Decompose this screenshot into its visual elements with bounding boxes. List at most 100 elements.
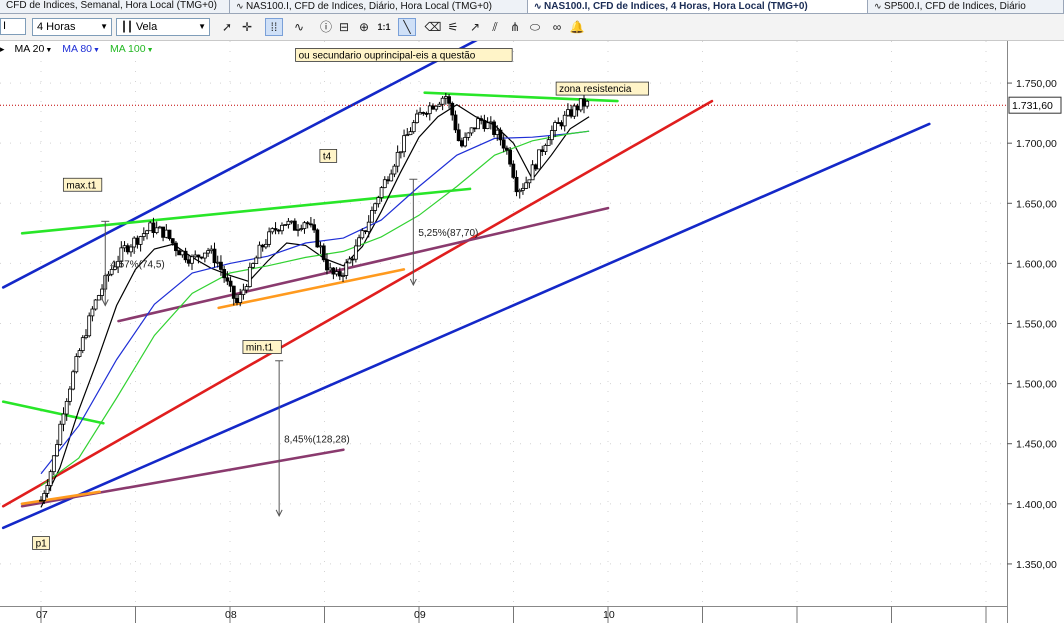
zoom-in-icon[interactable]: ⊕: [355, 18, 373, 36]
candle-body: [408, 131, 413, 136]
candle-body: [270, 228, 275, 233]
timeframe-select[interactable]: 4 Horas ▼: [32, 18, 112, 36]
chart-icon: ∿: [534, 1, 545, 11]
trendline-red: [1, 99, 714, 508]
candle-body: [431, 105, 435, 110]
candle-body: [556, 122, 561, 124]
cursor-icon[interactable]: ➚: [218, 18, 236, 36]
candle-body: [45, 485, 50, 494]
link-icon[interactable]: ∞: [548, 18, 566, 36]
alert-bell-icon[interactable]: 🔔: [568, 18, 586, 36]
chart-grid: [0, 41, 1007, 606]
candle-body: [566, 109, 570, 116]
candle-body: [582, 98, 586, 107]
candle-body: [411, 122, 416, 133]
info-icon[interactable]: ⓘ: [317, 18, 335, 36]
tab-label: CFD de Indices, Semanal, Hora Local (TMG…: [6, 0, 217, 11]
chart-icon: ∿: [874, 1, 885, 11]
measure-label: 8,45%(128,28): [284, 434, 350, 445]
channel-icon[interactable]: ⫽: [486, 18, 504, 36]
candle-body: [292, 220, 297, 231]
candle-body: [415, 113, 419, 124]
zoom-out-icon[interactable]: ⊟: [335, 18, 353, 36]
candle-body: [164, 229, 169, 238]
x-axis-tick-label: 10: [603, 609, 615, 621]
candle-body: [476, 118, 480, 130]
candle-body: [337, 271, 342, 277]
candle-body: [228, 280, 233, 287]
zoom-reset-icon[interactable]: 1:1: [375, 18, 393, 36]
candle-body: [48, 471, 53, 486]
candle-body: [395, 151, 400, 167]
y-axis-tick-label: 1.750,00: [1016, 78, 1057, 90]
candle-body: [366, 221, 371, 233]
moving-averages: [40, 103, 590, 508]
eraser-icon[interactable]: ⌫: [424, 18, 442, 36]
candle-body: [517, 189, 522, 193]
ma-line-ma20: [40, 103, 590, 508]
symbol-input[interactable]: I: [0, 18, 26, 35]
measure-icon[interactable]: ↗: [466, 18, 484, 36]
crosshair-icon[interactable]: ✛: [238, 18, 256, 36]
candle-body: [386, 179, 390, 182]
candle-body: [533, 164, 538, 170]
y-axis-tick-label: 1.700,00: [1016, 138, 1057, 150]
candle-body: [84, 335, 88, 339]
candle-body: [357, 237, 361, 247]
candle-body: [80, 337, 85, 351]
candle-body: [286, 220, 291, 225]
candle-body: [482, 120, 487, 129]
grid-dots-icon[interactable]: ⁞⁞: [265, 18, 283, 36]
candle-body: [74, 356, 79, 373]
candle-body: [51, 455, 56, 473]
tab-sp500-daily[interactable]: ∿ SP500.I, CFD de Indices, Diário: [868, 0, 1064, 13]
trendline-purple: [20, 448, 345, 508]
candle-body: [347, 258, 352, 264]
candle-body: [418, 112, 423, 115]
y-axis-tick-label: 1.400,00: [1016, 499, 1057, 511]
price-chart[interactable]: 4,57%(74,5) 5,25%(87,70) 8,45%(128,28) ou …: [0, 41, 1064, 623]
candle-body: [328, 267, 333, 271]
candle-body: [55, 444, 59, 457]
candle-body: [122, 245, 127, 249]
tab-weekly-chart[interactable]: CFD de Indices, Semanal, Hora Local (TMG…: [0, 0, 230, 13]
chart-style-select[interactable]: ┃┃ Vela ▼: [116, 18, 210, 36]
candle-body: [87, 315, 92, 337]
candle-body: [125, 245, 130, 253]
ellipse-icon[interactable]: ⬭: [526, 18, 544, 36]
candle-body: [289, 220, 294, 223]
candle-body: [572, 105, 577, 117]
candle-body: [360, 230, 365, 239]
candle-body: [527, 179, 532, 184]
candle-body: [215, 261, 220, 264]
candle-body: [231, 285, 236, 299]
candle-body: [463, 137, 468, 147]
candle-body: [167, 229, 172, 240]
candle-body: [501, 139, 506, 149]
candle-body: [389, 173, 394, 182]
y-axis-tick-label: 1.550,00: [1016, 319, 1057, 331]
tab-nas100-daily[interactable]: ∿ NAS100.I, CFD de Indices, Diário, Hora…: [230, 0, 528, 13]
candle-body: [193, 254, 198, 258]
y-axis-tick-label: 1.350,00: [1016, 559, 1057, 571]
candle-body: [578, 98, 583, 111]
indicator-icon[interactable]: ∿: [290, 18, 308, 36]
candle-body: [376, 197, 381, 205]
candle-body: [39, 499, 43, 502]
tab-nas100-4h[interactable]: ∿ NAS100.I, CFD de Indices, 4 Horas, Hor…: [528, 0, 868, 13]
ma-line-ma80: [40, 130, 590, 475]
candle-body: [353, 245, 358, 260]
trendline-icon[interactable]: ╲: [398, 18, 416, 36]
candle-body: [315, 229, 320, 248]
annotation-label: ou secundario ouprincipal-eis a questão: [299, 50, 476, 61]
trendline-blue: [1, 122, 931, 530]
candle-body: [537, 149, 541, 170]
chart-tab-bar: CFD de Indices, Semanal, Hora Local (TMG…: [0, 0, 1064, 14]
candle-body: [225, 277, 230, 282]
pitchfork-icon[interactable]: ⋔: [506, 18, 524, 36]
candle-body: [424, 113, 429, 115]
y-axis-tick-label: 1.500,00: [1016, 379, 1057, 391]
candle-body: [508, 149, 512, 165]
candle-body: [334, 271, 339, 275]
fibonacci-icon[interactable]: ⚟: [444, 18, 462, 36]
